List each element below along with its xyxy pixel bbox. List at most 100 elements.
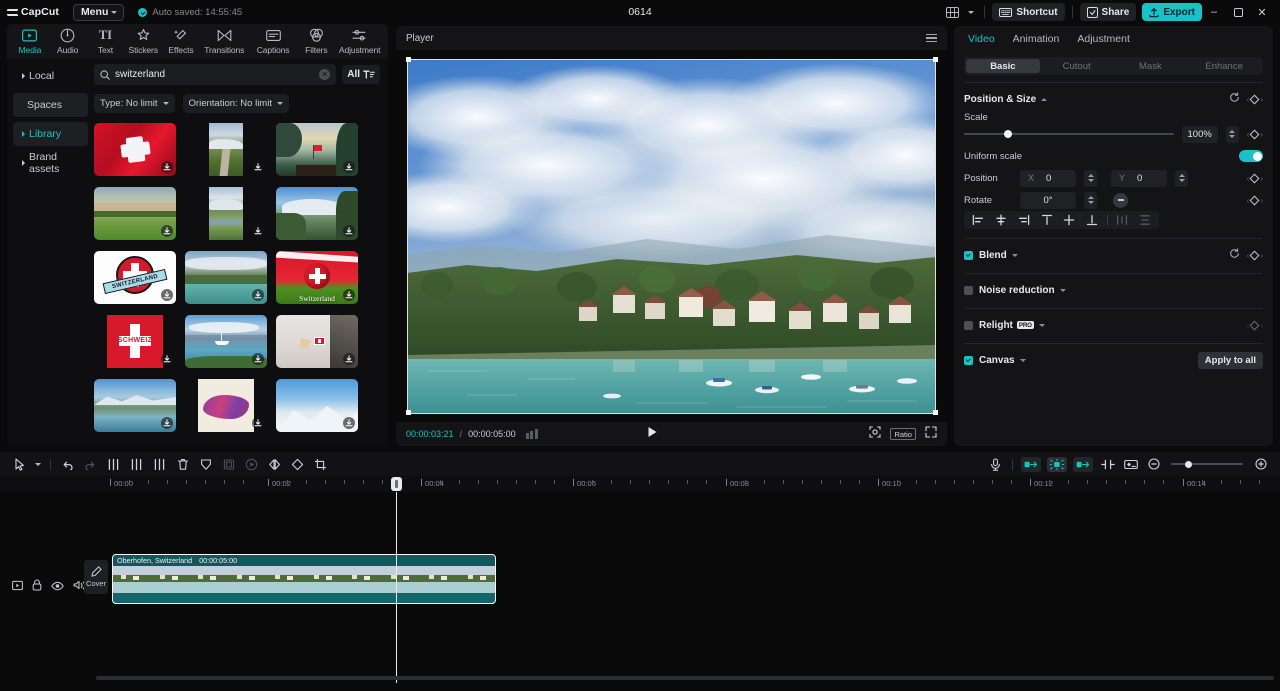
scale-stepper[interactable] xyxy=(1226,126,1239,143)
player-canvas[interactable] xyxy=(407,59,936,414)
maximize-button[interactable] xyxy=(1226,2,1250,22)
position-y-stepper[interactable] xyxy=(1175,170,1188,187)
media-thumb-cliff-flag-scene[interactable] xyxy=(276,315,358,368)
download-icon[interactable] xyxy=(252,289,264,301)
align-top-icon[interactable] xyxy=(1035,211,1058,229)
reverse-icon[interactable] xyxy=(263,453,286,475)
mirror-icon[interactable] xyxy=(194,453,217,475)
align-bottom-icon[interactable] xyxy=(1081,211,1104,229)
redo-icon[interactable] xyxy=(79,453,102,475)
media-thumb-snow-peak-blue-sky[interactable] xyxy=(276,379,358,432)
media-thumb-sailboats-lake-thun[interactable] xyxy=(185,315,267,368)
sidebar-item-spaces[interactable]: Spaces xyxy=(13,93,88,117)
scale-value[interactable]: 100% xyxy=(1182,126,1218,143)
keyframe-icon[interactable] xyxy=(1250,320,1260,330)
blend-checkbox[interactable] xyxy=(964,251,973,260)
timeline-zoom-slider[interactable] xyxy=(1171,457,1243,471)
reset-icon[interactable] xyxy=(1229,90,1240,108)
media-thumb-lake-flag-viewpoint[interactable] xyxy=(276,123,358,176)
position-keyframe[interactable]: ‹ › xyxy=(1247,174,1263,183)
search-box[interactable]: ✕ xyxy=(94,64,336,85)
rotate-icon[interactable] xyxy=(286,453,309,475)
segment-cutout[interactable]: Cutout xyxy=(1040,59,1114,73)
close-button[interactable]: ✕ xyxy=(1250,2,1274,22)
filter-type[interactable]: Type: No limit xyxy=(94,94,175,113)
auto-cut-button[interactable] xyxy=(1021,457,1041,472)
media-thumb-alpine-trail-portrait[interactable] xyxy=(185,123,267,176)
keyframe-next-icon[interactable]: › xyxy=(1260,321,1263,330)
resize-handle-top-left[interactable] xyxy=(406,57,411,62)
align-middle-icon[interactable] xyxy=(1058,211,1081,229)
tab-effects[interactable]: Effects xyxy=(162,28,200,55)
segment-mask[interactable]: Mask xyxy=(1114,59,1188,73)
position-x-stepper[interactable] xyxy=(1084,170,1097,187)
clear-search-icon[interactable]: ✕ xyxy=(319,69,330,80)
freeze-frame-icon[interactable] xyxy=(240,453,263,475)
uniform-scale-toggle[interactable] xyxy=(1239,150,1263,162)
tab-text[interactable]: TI Text xyxy=(87,28,125,55)
adjust-clip-icon[interactable] xyxy=(1096,453,1119,475)
download-icon[interactable] xyxy=(252,417,264,429)
undo-icon[interactable] xyxy=(56,453,79,475)
media-thumb-watercolor-swiss-map[interactable] xyxy=(185,379,267,432)
relight-header[interactable]: Relight PRO ‹ › xyxy=(964,316,1263,334)
layout-switch-button[interactable] xyxy=(939,2,965,22)
distribute-vertical-icon[interactable] xyxy=(1133,211,1156,229)
trim-left-icon[interactable] xyxy=(125,453,148,475)
resize-handle-bottom-right[interactable] xyxy=(933,410,938,415)
record-voiceover-icon[interactable] xyxy=(984,453,1007,475)
relight-keyframe[interactable]: ‹ › xyxy=(1247,321,1263,330)
timeline-scrollbar[interactable] xyxy=(96,676,1274,680)
download-icon[interactable] xyxy=(161,289,173,301)
keyframe-next-icon[interactable]: › xyxy=(1260,130,1263,139)
tab-video[interactable]: Video xyxy=(968,33,995,45)
keyframe-panel-icon[interactable] xyxy=(1119,453,1142,475)
keyframe-next-icon[interactable]: › xyxy=(1260,196,1263,205)
tab-captions[interactable]: Captions xyxy=(249,28,298,55)
menu-button[interactable]: Menu xyxy=(73,4,124,21)
blend-header[interactable]: Blend ‹ › xyxy=(964,246,1263,264)
media-thumb-interlaken-town-aerial[interactable] xyxy=(94,187,176,240)
canvas-checkbox[interactable] xyxy=(964,356,973,365)
share-button[interactable]: Share xyxy=(1080,3,1137,21)
ratio-button[interactable]: Ratio xyxy=(890,428,916,440)
keyframe-icon[interactable] xyxy=(1250,129,1260,139)
scale-slider[interactable] xyxy=(964,127,1174,141)
download-icon[interactable] xyxy=(343,161,355,173)
segment-basic[interactable]: Basic xyxy=(966,59,1040,73)
rotate-value[interactable]: 0° xyxy=(1020,192,1076,209)
position-y-field[interactable]: Y 0 xyxy=(1111,170,1167,187)
tab-stickers[interactable]: Stickers xyxy=(124,28,162,55)
select-tool-chevron-icon[interactable] xyxy=(31,453,45,475)
download-icon[interactable] xyxy=(343,353,355,365)
media-thumb-swiss-flag-fabric[interactable] xyxy=(94,123,176,176)
all-filter-button[interactable]: All xyxy=(342,65,380,84)
keyframe-next-icon[interactable]: › xyxy=(1260,95,1263,104)
media-thumb-lake-mountain-panorama[interactable] xyxy=(94,379,176,432)
reset-icon[interactable] xyxy=(1229,246,1240,264)
download-icon[interactable] xyxy=(252,225,264,237)
media-thumb-lakeside-village[interactable] xyxy=(185,251,267,304)
rotate-dial[interactable] xyxy=(1113,193,1128,208)
track-thumbnail-icon[interactable] xyxy=(12,578,23,596)
noise-reduction-header[interactable]: Noise reduction xyxy=(964,281,1263,299)
keyframe-next-icon[interactable]: › xyxy=(1260,174,1263,183)
zoom-fit-icon[interactable] xyxy=(869,425,881,443)
quality-bars-icon[interactable] xyxy=(526,429,538,439)
crop-icon[interactable] xyxy=(309,453,332,475)
crop-frame-icon[interactable] xyxy=(217,453,240,475)
scale-slider-knob[interactable] xyxy=(1004,130,1012,138)
resize-handle-top-right[interactable] xyxy=(933,57,938,62)
play-button[interactable] xyxy=(647,425,658,443)
media-thumb-schweiz-flag-poster[interactable]: SCHWEIZ xyxy=(94,315,176,368)
apply-to-all-button[interactable]: Apply to all xyxy=(1198,352,1263,369)
fullscreen-icon[interactable] xyxy=(925,425,937,443)
tab-filters[interactable]: Filters xyxy=(297,28,335,55)
zoom-out-icon[interactable] xyxy=(1142,453,1165,475)
position-x-field[interactable]: X 0 xyxy=(1020,170,1076,187)
track-visibility-icon[interactable] xyxy=(51,578,64,596)
minimize-button[interactable]: – xyxy=(1202,2,1226,22)
media-thumb-mountain-valley[interactable] xyxy=(276,187,358,240)
download-icon[interactable] xyxy=(161,161,173,173)
download-icon[interactable] xyxy=(161,353,173,365)
